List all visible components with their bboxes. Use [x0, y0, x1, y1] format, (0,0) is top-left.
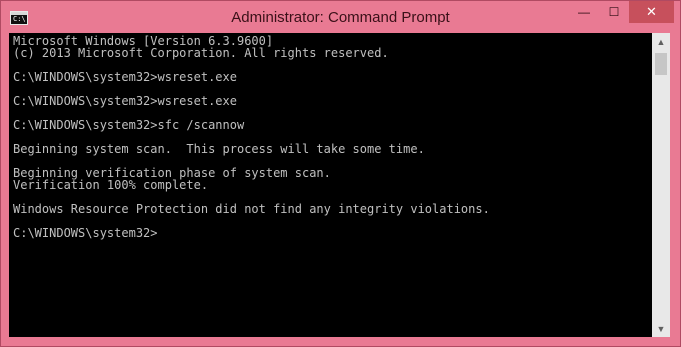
scroll-up-arrow-icon: ▲	[656, 36, 666, 47]
scrollbar-thumb[interactable]	[655, 53, 667, 75]
window-controls: — ☐ ✕	[569, 1, 674, 23]
console-line: Beginning system scan. This process will…	[13, 142, 425, 156]
console-output[interactable]: Microsoft Windows [Version 6.3.9600] (c)…	[9, 33, 652, 337]
console-line: Verification 100% complete.	[13, 178, 209, 192]
command-prompt-window: C:\ Administrator: Command Prompt — ☐ ✕ …	[0, 0, 681, 347]
console-line: (c) 2013 Microsoft Corporation. All righ…	[13, 46, 389, 60]
console-prompt-line: C:\WINDOWS\system32>	[13, 226, 158, 240]
scroll-up-button[interactable]: ▲	[652, 33, 670, 50]
console-line: C:\WINDOWS\system32>wsreset.exe	[13, 70, 237, 84]
console-line: C:\WINDOWS\system32>sfc /scannow	[13, 118, 245, 132]
title-bar[interactable]: C:\ Administrator: Command Prompt — ☐ ✕	[1, 1, 680, 34]
scroll-down-arrow-icon: ▼	[656, 323, 666, 334]
vertical-scrollbar[interactable]: ▲ ▼	[652, 33, 670, 337]
minimize-button[interactable]: —	[569, 1, 599, 23]
console-line: Windows Resource Protection did not find…	[13, 202, 490, 216]
close-button[interactable]: ✕	[629, 1, 674, 23]
maximize-icon: ☐	[608, 5, 620, 19]
scroll-down-button[interactable]: ▼	[652, 320, 670, 337]
console-line: C:\WINDOWS\system32>wsreset.exe	[13, 94, 237, 108]
close-icon: ✕	[646, 4, 657, 19]
minimize-icon: —	[578, 5, 590, 19]
maximize-button[interactable]: ☐	[599, 1, 629, 23]
